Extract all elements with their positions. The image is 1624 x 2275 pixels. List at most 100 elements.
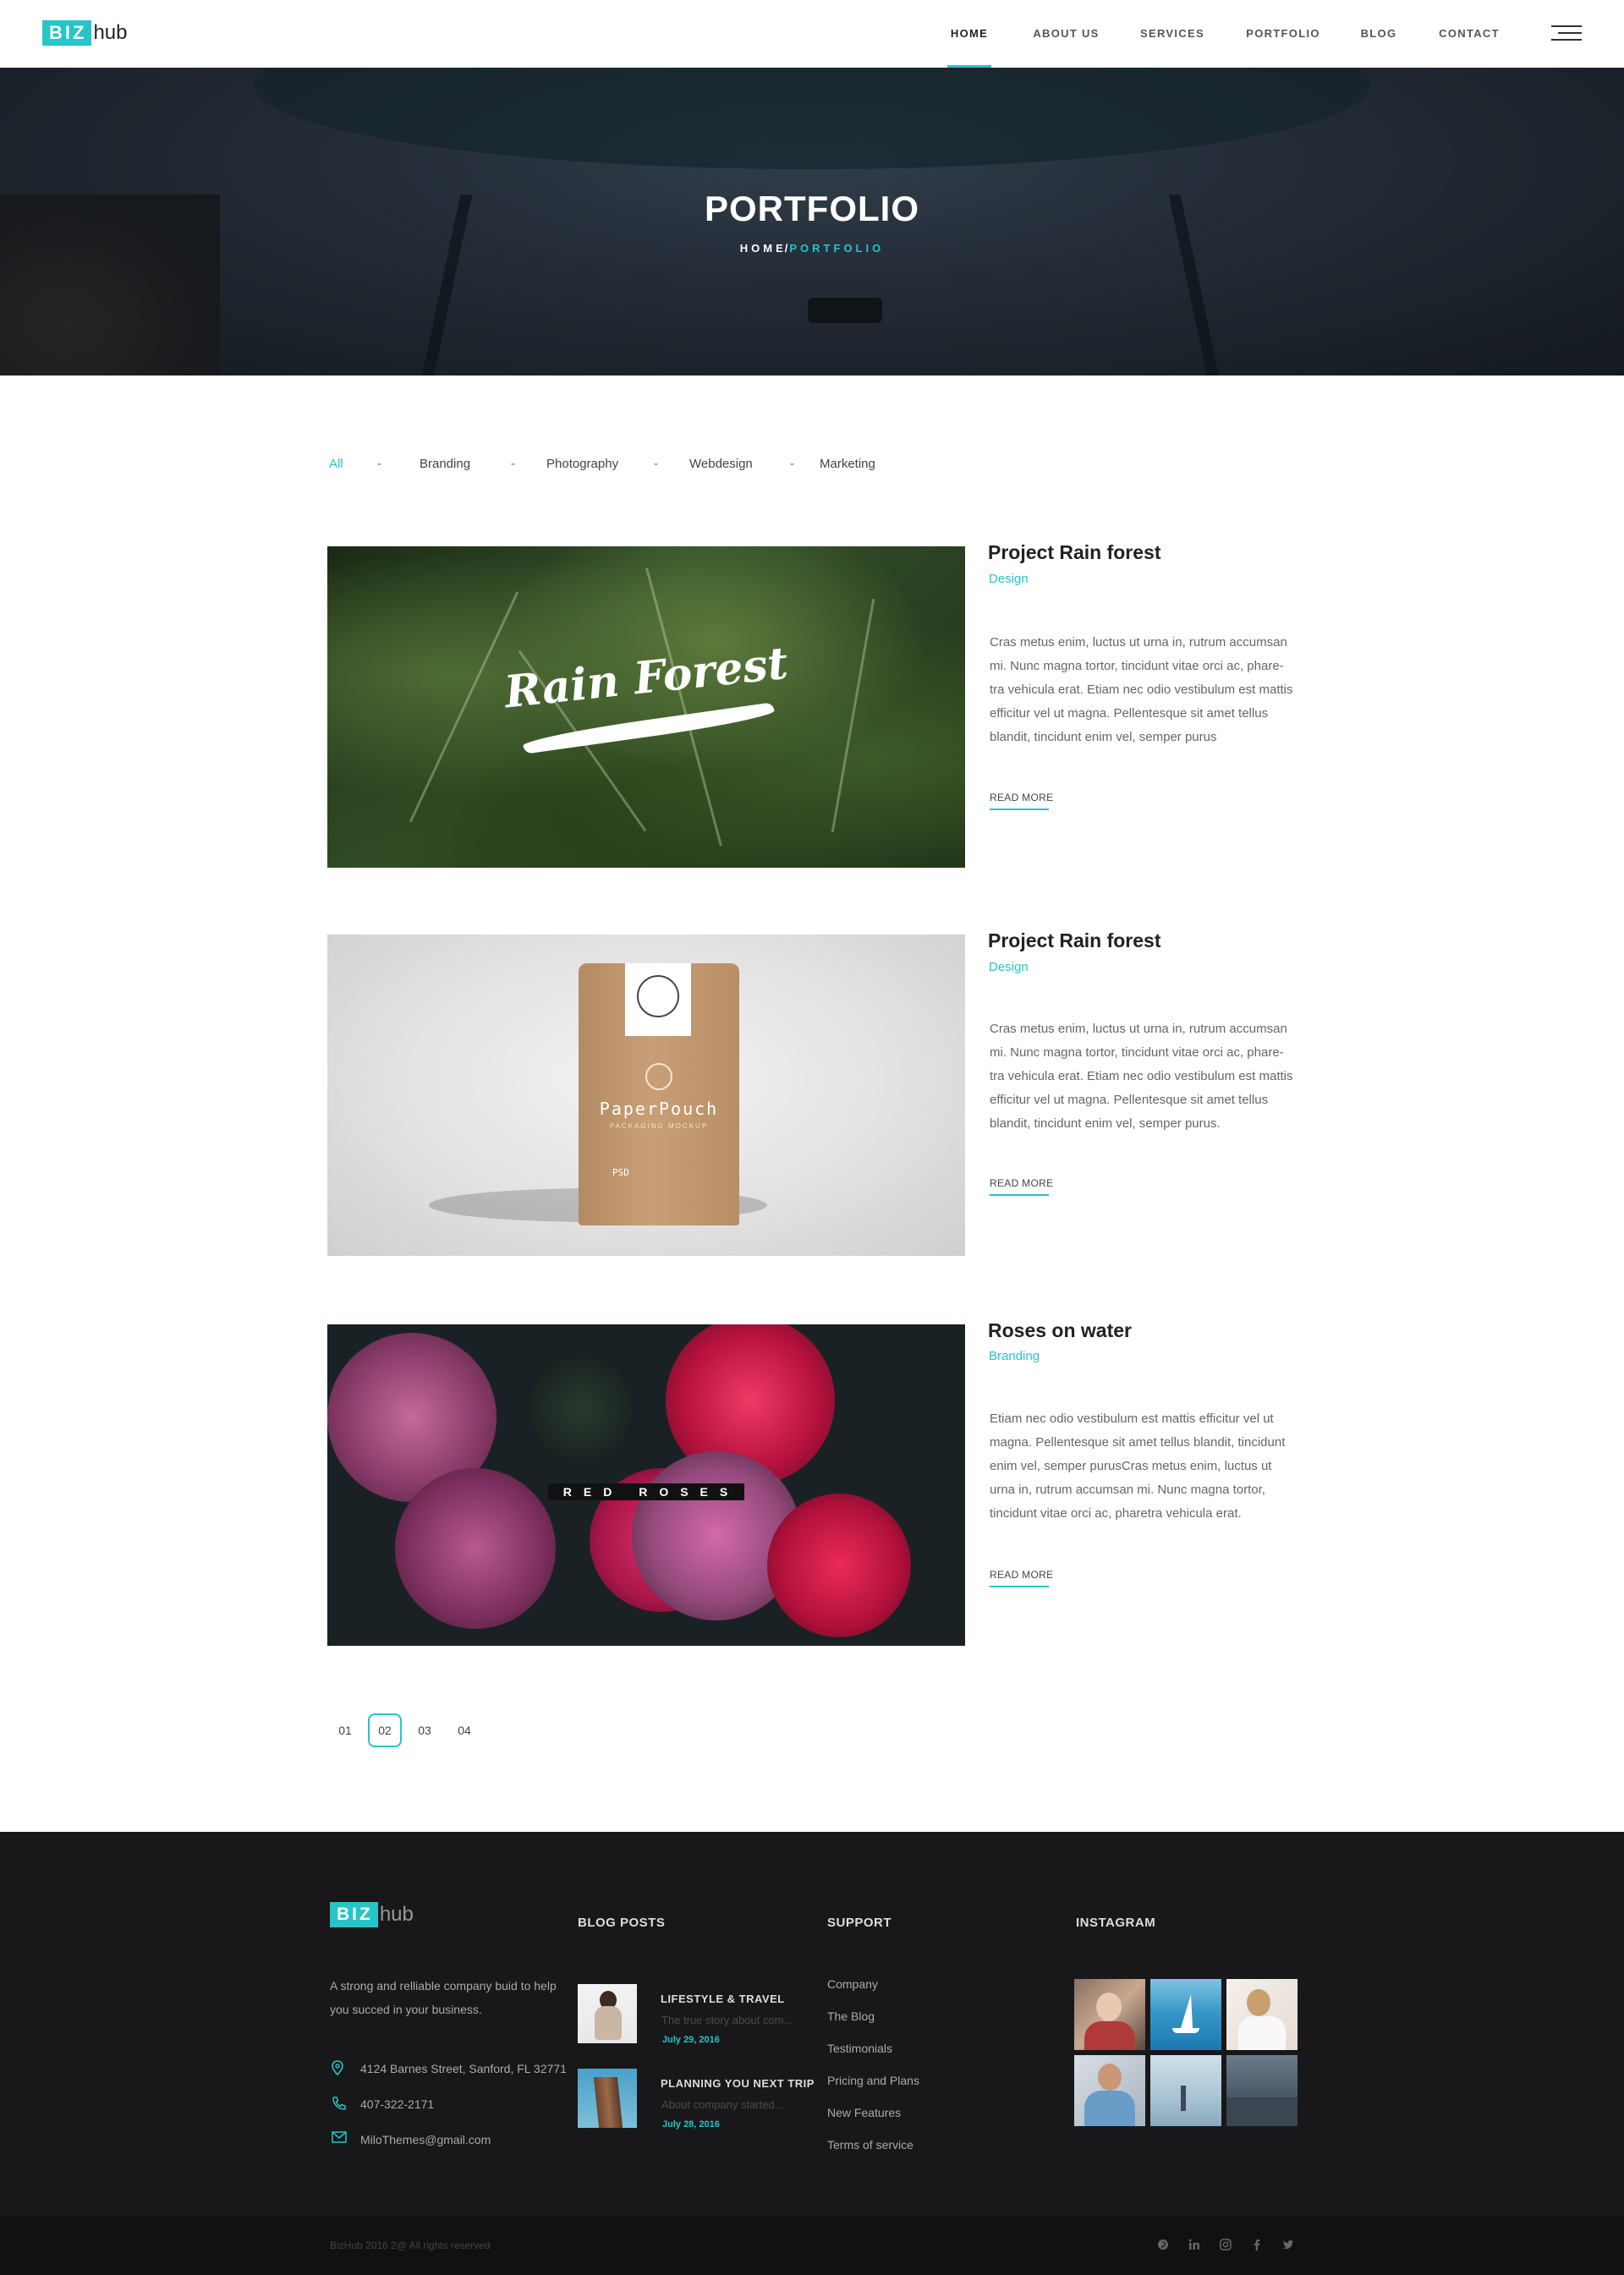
phone-icon xyxy=(332,2096,350,2113)
seal-icon xyxy=(637,975,679,1017)
filter-photography[interactable]: Photography xyxy=(546,457,618,471)
read-more-link[interactable]: READ MORE xyxy=(990,1569,1053,1587)
footer-about: A strong and relliable company buid to h… xyxy=(330,1979,557,2016)
breadcrumb-current: PORTFOLIO xyxy=(789,242,885,255)
instagram-photo[interactable] xyxy=(1074,1979,1145,2050)
project-category[interactable]: Design xyxy=(989,572,1029,586)
logo-biz: BIZ xyxy=(330,1902,378,1927)
email-text[interactable]: MiloThemes@gmail.com xyxy=(360,2133,491,2146)
filter-all[interactable]: All xyxy=(329,457,343,471)
post-date: July 28, 2016 xyxy=(662,2119,720,2130)
nav-portfolio[interactable]: PORTFOLIO xyxy=(1245,0,1321,68)
breadcrumb-home[interactable]: HOME xyxy=(740,242,787,255)
footer-address: 4124 Barnes Street, Sanford, FL 32771 xyxy=(332,2060,567,2077)
project-title[interactable]: Project Rain forest xyxy=(988,541,1161,564)
pouch-label xyxy=(625,963,691,1036)
breadcrumb: HOME/PORTFOLIO xyxy=(0,242,1624,255)
read-more-link[interactable]: READ MORE xyxy=(990,1177,1053,1196)
phone-text[interactable]: 407-322-2171 xyxy=(360,2097,434,2111)
filter-marketing[interactable]: Marketing xyxy=(820,457,875,471)
logo-hub: hub xyxy=(93,21,128,44)
pouch-name: PaperPouch xyxy=(599,1099,719,1119)
map-pin-icon xyxy=(332,2060,350,2077)
project-image-red-roses[interactable]: RED ROSES xyxy=(327,1324,965,1646)
page-hero: PORTFOLIO HOME/PORTFOLIO xyxy=(0,68,1624,376)
breadcrumb-separator: / xyxy=(784,242,788,255)
logo-hub: hub xyxy=(379,1903,414,1926)
copyright: BizHub 2016 2@ All rights reserved xyxy=(330,2239,491,2251)
nav-about-us[interactable]: ABOUT US xyxy=(1031,0,1101,68)
emblem-icon xyxy=(645,1063,672,1090)
pouch-psd-text: PSD xyxy=(612,1167,629,1178)
page-title: PORTFOLIO xyxy=(705,189,919,228)
instagram-photo[interactable] xyxy=(1150,2055,1221,2126)
main-nav: HOME ABOUT US SERVICES PORTFOLIO BLOG CO… xyxy=(947,0,1501,68)
page-01[interactable]: 01 xyxy=(328,1713,362,1747)
support-link-terms[interactable]: Terms of service xyxy=(827,2138,914,2152)
post-title[interactable]: PLANNING YOU NEXT TRIP xyxy=(661,2077,815,2090)
filter-branding[interactable]: Branding xyxy=(420,457,470,471)
post-snippet: About company started... xyxy=(661,2098,784,2111)
red-roses-banner: RED ROSES xyxy=(327,1483,965,1500)
project-category[interactable]: Design xyxy=(989,960,1029,974)
footer-phone: 407-322-2171 xyxy=(332,2096,434,2113)
instagram-photo[interactable] xyxy=(1150,1979,1221,2050)
instagram-photo[interactable] xyxy=(1226,2055,1298,2126)
post-thumbnail[interactable] xyxy=(578,2069,637,2128)
instagram-photo[interactable] xyxy=(1226,1979,1298,2050)
support-link-company[interactable]: Company xyxy=(827,1977,878,1991)
paper-pouch: PaperPouch PACKAGING MOCKUP PSD xyxy=(579,963,739,1225)
project-image-paper-pouch[interactable]: PaperPouch PACKAGING MOCKUP PSD xyxy=(327,935,965,1256)
project-description: Etiam nec odio vestibulum est mattis eff… xyxy=(990,1412,1286,1521)
nav-blog[interactable]: BLOG xyxy=(1360,0,1397,68)
support-link-features[interactable]: New Features xyxy=(827,2106,901,2119)
footer-logo[interactable]: BIZ hub xyxy=(330,1902,414,1927)
project-title[interactable]: Project Rain forest xyxy=(988,929,1161,952)
footer-email: MiloThemes@gmail.com xyxy=(332,2131,491,2148)
project-description: Cras metus enim, luctus ut urna in, rutr… xyxy=(990,1022,1293,1131)
post-snippet: The true story about com... xyxy=(661,2014,793,2026)
support-link-testimonials[interactable]: Testimonials xyxy=(827,2042,892,2055)
page-04[interactable]: 04 xyxy=(447,1713,481,1747)
linkedin-icon[interactable] xyxy=(1188,2239,1201,2252)
logo[interactable]: BIZ hub xyxy=(42,20,128,46)
filter-separator: - xyxy=(654,457,658,471)
facebook-icon[interactable] xyxy=(1250,2239,1264,2252)
support-heading: SUPPORT xyxy=(827,1916,892,1930)
logo-biz: BIZ xyxy=(42,20,92,46)
nav-contact[interactable]: CONTACT xyxy=(1437,0,1501,68)
nav-home[interactable]: HOME xyxy=(947,0,991,68)
envelope-icon xyxy=(332,2131,350,2148)
hamburger-menu-icon[interactable] xyxy=(1551,25,1582,42)
filter-webdesign[interactable]: Webdesign xyxy=(689,457,753,471)
address-text: 4124 Barnes Street, Sanford, FL 32771 xyxy=(360,2062,567,2075)
pouch-subtitle: PACKAGING MOCKUP xyxy=(609,1122,709,1130)
page-03[interactable]: 03 xyxy=(408,1713,442,1747)
page-02[interactable]: 02 xyxy=(368,1713,402,1747)
instagram-photo[interactable] xyxy=(1074,2055,1145,2126)
filter-separator: - xyxy=(377,457,381,471)
blog-post-item[interactable]: LIFESTYLE & TRAVEL The true story about … xyxy=(578,1984,823,2045)
project-description: Cras metus enim, luctus ut urna in, rutr… xyxy=(990,635,1293,744)
nav-services[interactable]: SERVICES xyxy=(1139,0,1205,68)
instagram-icon[interactable] xyxy=(1219,2239,1232,2252)
project-image-rain-forest[interactable]: Rain Forest xyxy=(327,546,965,868)
post-thumbnail[interactable] xyxy=(578,1984,637,2043)
blog-post-item[interactable]: PLANNING YOU NEXT TRIP About company sta… xyxy=(578,2069,823,2130)
project-title[interactable]: Roses on water xyxy=(988,1319,1132,1342)
support-link-blog[interactable]: The Blog xyxy=(827,2009,875,2023)
twitter-icon[interactable] xyxy=(1281,2239,1295,2252)
post-date: July 29, 2016 xyxy=(662,2035,720,2045)
filter-separator: - xyxy=(790,457,794,471)
site-header: BIZ hub HOME ABOUT US SERVICES PORTFOLIO… xyxy=(0,0,1624,68)
instagram-heading: INSTAGRAM xyxy=(1076,1916,1156,1930)
red-roses-text: RED ROSES xyxy=(547,1483,745,1500)
post-title[interactable]: LIFESTYLE & TRAVEL xyxy=(661,1993,785,2005)
project-category[interactable]: Branding xyxy=(989,1349,1040,1363)
pinterest-icon[interactable] xyxy=(1156,2239,1170,2252)
read-more-link[interactable]: READ MORE xyxy=(990,792,1053,810)
site-footer: BIZ hub A strong and relliable company b… xyxy=(0,1832,1624,2216)
support-link-pricing[interactable]: Pricing and Plans xyxy=(827,2074,919,2087)
footer-bottom-bar: BizHub 2016 2@ All rights reserved xyxy=(0,2216,1624,2275)
blog-posts-heading: BLOG POSTS xyxy=(578,1916,666,1930)
